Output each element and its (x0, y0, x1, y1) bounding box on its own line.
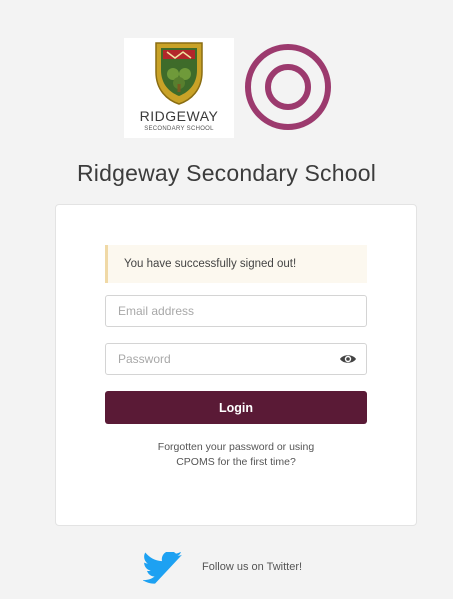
cpoms-ring-icon (245, 44, 331, 130)
school-logo-subtitle: SECONDARY SCHOOL (144, 126, 214, 132)
login-page: RIDGEWAY SECONDARY SCHOOL Ridgeway Secon… (0, 0, 453, 599)
signout-alert: You have successfully signed out! (105, 245, 367, 283)
page-title: Ridgeway Secondary School (76, 160, 377, 186)
eye-icon[interactable] (339, 351, 357, 367)
school-crest-icon (155, 42, 203, 105)
password-field[interactable] (105, 343, 367, 375)
twitter-follow-link[interactable]: Follow us on Twitter! (202, 561, 302, 573)
email-field[interactable] (105, 295, 367, 327)
twitter-bird-icon[interactable] (143, 552, 183, 584)
forgot-password-line-1: Forgotten your password or using (157, 441, 315, 453)
forgot-password-line-2: CPOMS for the first time? (176, 456, 296, 468)
login-button[interactable]: Login (105, 391, 367, 424)
twitter-follow: Follow us on Twitter! (0, 552, 453, 584)
school-logo-name: RIDGEWAY (139, 108, 219, 124)
forgot-password-link[interactable]: Forgotten your password or using CPOMS f… (105, 440, 367, 470)
school-logo: RIDGEWAY SECONDARY SCHOOL (124, 38, 234, 138)
